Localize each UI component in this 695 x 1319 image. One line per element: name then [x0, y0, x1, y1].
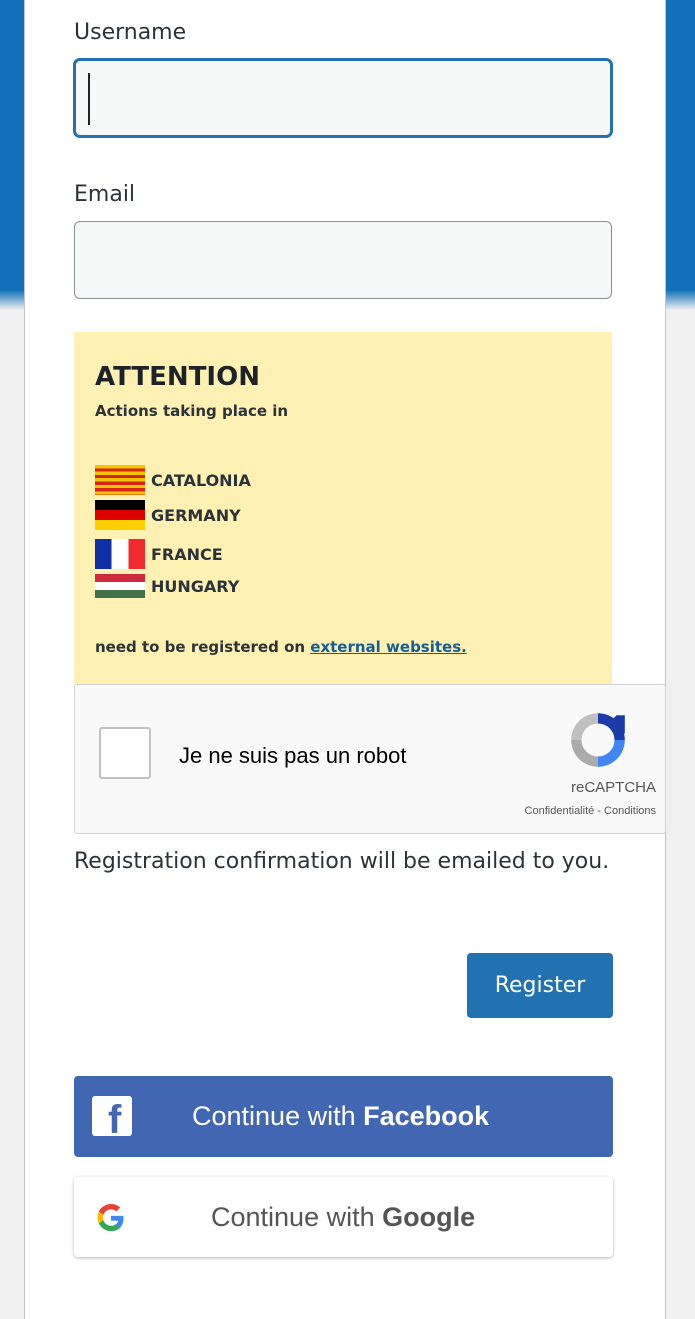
country-name: CATALONIA [151, 470, 251, 490]
recaptcha-label: Je ne suis pas un robot [179, 743, 407, 768]
google-button-label: Continue with Google [211, 1202, 475, 1233]
username-input[interactable] [74, 59, 612, 137]
google-icon [97, 1203, 124, 1232]
facebook-prefix: Continue with [192, 1101, 364, 1131]
email-input[interactable] [74, 221, 612, 299]
notice-subtitle: Actions taking place in [95, 402, 289, 420]
text-caret [88, 73, 90, 125]
register-button[interactable]: Register [467, 953, 613, 1018]
google-login-button[interactable]: Continue with Google [74, 1177, 613, 1257]
notice-title: ATTENTION [95, 362, 260, 392]
recaptcha-widget: Je ne suis pas un robot reCAPTCHA Confid… [74, 684, 666, 834]
username-label: Username [74, 20, 187, 45]
facebook-button-label: Continue with Facebook [192, 1101, 489, 1132]
country-name: FRANCE [151, 544, 223, 564]
google-prefix: Continue with [211, 1202, 383, 1232]
external-websites-link[interactable]: external websites. [310, 638, 467, 656]
facebook-icon: f [92, 1096, 132, 1136]
country-item-hungary: HUNGARY [95, 573, 239, 599]
country-name: HUNGARY [151, 576, 240, 596]
country-item-catalonia: CATALONIA [95, 465, 251, 495]
recaptcha-logo-icon [571, 713, 625, 767]
hungary-flag-icon [95, 574, 145, 598]
facebook-login-button[interactable]: f Continue with Facebook [74, 1076, 613, 1157]
france-flag-icon [95, 539, 145, 569]
email-label: Email [74, 182, 136, 207]
recaptcha-links[interactable]: Confidentialité - Conditions [525, 805, 656, 817]
facebook-brand: Facebook [363, 1101, 490, 1131]
germany-flag-icon [95, 500, 145, 530]
country-item-france: FRANCE [95, 539, 223, 569]
confirmation-text: Registration confirmation will be emaile… [74, 849, 610, 874]
country-item-germany: GERMANY [95, 500, 241, 530]
attention-notice: ATTENTION Actions taking place in CATALO… [74, 332, 612, 684]
country-name: GERMANY [151, 505, 241, 525]
google-brand: Google [382, 1202, 476, 1232]
notice-footer-text: need to be registered on [95, 638, 311, 656]
recaptcha-checkbox[interactable] [99, 727, 151, 779]
catalonia-flag-icon [95, 465, 145, 495]
recaptcha-brand: reCAPTCHA [570, 779, 656, 796]
notice-footer: need to be registered on external websit… [95, 638, 467, 656]
